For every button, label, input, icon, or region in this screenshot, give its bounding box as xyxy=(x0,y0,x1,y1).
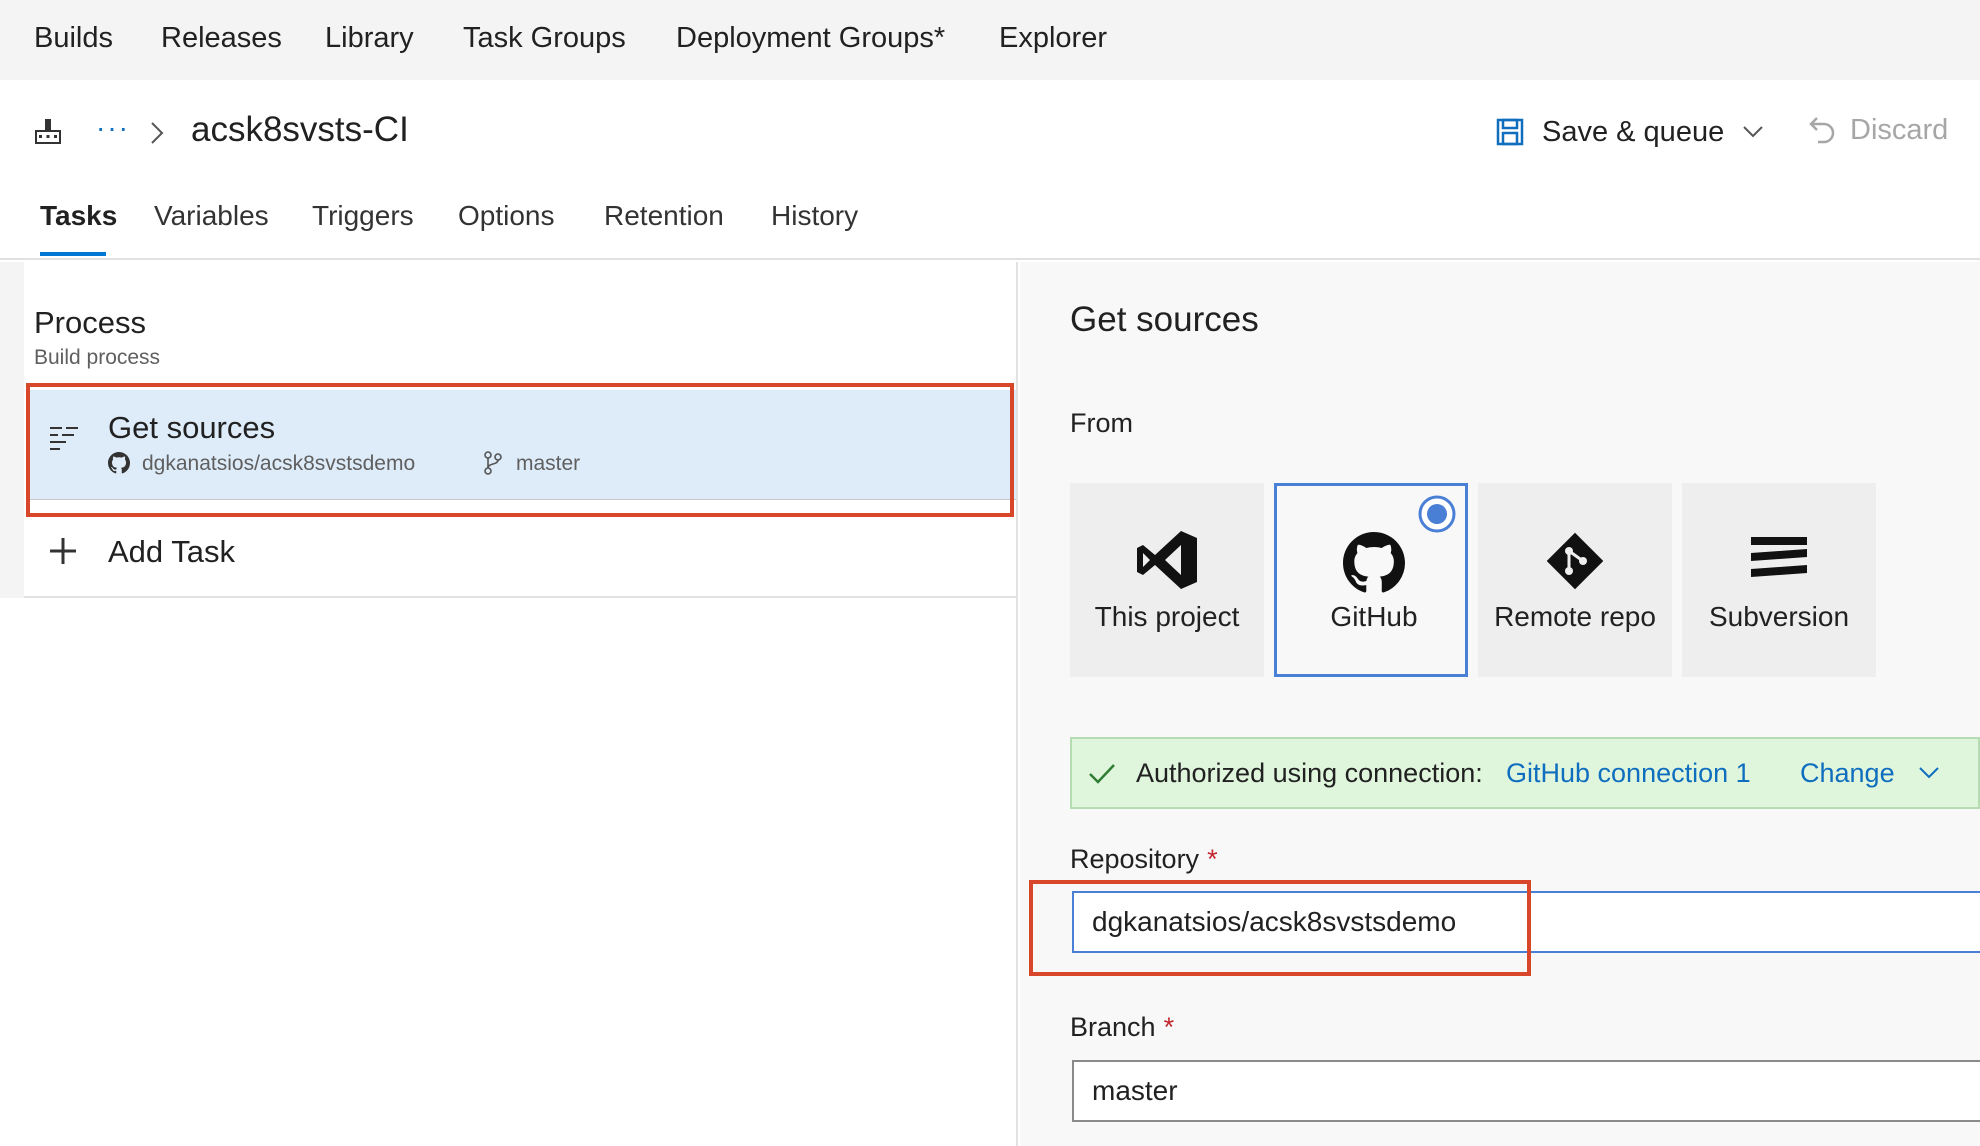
build-pipeline-icon xyxy=(35,119,61,144)
check-icon xyxy=(1089,764,1115,784)
subversion-icon xyxy=(1751,537,1807,577)
pane-gutter xyxy=(0,262,24,598)
chevron-down-icon[interactable] xyxy=(1742,125,1764,139)
git-icon xyxy=(1546,532,1604,590)
repository-input[interactable] xyxy=(1072,891,1980,953)
source-label: Subversion xyxy=(1708,601,1850,632)
selected-radio-icon xyxy=(1418,495,1456,533)
branch-icon xyxy=(484,451,502,475)
source-remote-repo[interactable]: Remote repo xyxy=(1478,483,1672,677)
tab-triggers[interactable]: Triggers xyxy=(312,200,414,232)
save-icon xyxy=(1496,118,1524,146)
save-and-queue-label: Save & queue xyxy=(1542,115,1725,148)
panel-title: Get sources xyxy=(1070,300,1259,339)
tab-options[interactable]: Options xyxy=(458,200,555,232)
branch-input[interactable] xyxy=(1072,1060,1980,1122)
from-label: From xyxy=(1070,408,1133,438)
branch-label: Branch * xyxy=(1070,1012,1175,1042)
nav-builds[interactable]: Builds xyxy=(34,22,113,55)
chevron-down-icon[interactable] xyxy=(1918,766,1940,780)
process-title: Process xyxy=(34,305,146,340)
discard-label: Discard xyxy=(1850,113,1949,146)
connection-link[interactable]: GitHub connection 1 xyxy=(1506,758,1751,789)
source-subversion[interactable]: Subversion xyxy=(1682,483,1876,677)
tab-tasks[interactable]: Tasks xyxy=(40,200,117,232)
breadcrumb-more-button[interactable]: ··· xyxy=(96,112,130,144)
tab-variables[interactable]: Variables xyxy=(154,200,269,232)
visual-studio-icon xyxy=(1137,531,1197,589)
get-sources-icon xyxy=(50,427,78,450)
top-nav: Builds Releases Library Task Groups Depl… xyxy=(0,0,1980,80)
get-sources-branch: master xyxy=(516,452,581,475)
get-sources-repo: dgkanatsios/acsk8svstsdemo xyxy=(142,452,416,475)
add-task-label: Add Task xyxy=(108,534,235,569)
source-label: GitHub xyxy=(1330,601,1418,632)
nav-deployment-groups[interactable]: Deployment Groups* xyxy=(676,22,945,55)
required-marker: * xyxy=(1207,844,1218,874)
undo-icon xyxy=(1809,117,1835,144)
nav-library[interactable]: Library xyxy=(325,22,414,55)
process-subtitle: Build process xyxy=(34,346,161,369)
nav-explorer[interactable]: Explorer xyxy=(999,22,1107,55)
source-github[interactable]: GitHub xyxy=(1274,483,1468,677)
source-label: This project xyxy=(1094,601,1240,632)
required-marker: * xyxy=(1163,1012,1175,1042)
repository-label: Repository * xyxy=(1070,844,1218,874)
tab-retention[interactable]: Retention xyxy=(604,200,724,232)
source-this-project[interactable]: This project xyxy=(1070,483,1264,677)
nav-releases[interactable]: Releases xyxy=(161,22,282,55)
source-label: Remote repo xyxy=(1494,601,1656,632)
active-tab-indicator xyxy=(40,252,106,256)
pipeline-tabs: Tasks Variables Triggers Options Retenti… xyxy=(0,190,1980,260)
get-sources-title: Get sources xyxy=(108,410,276,445)
save-and-queue-button[interactable]: Save & queue xyxy=(1496,112,1764,152)
authorization-text: Authorized using connection: xyxy=(1136,758,1483,788)
chevron-right-icon xyxy=(151,122,164,144)
github-icon xyxy=(1343,532,1405,593)
pipeline-title: acsk8svsts-CI xyxy=(191,110,409,149)
github-icon xyxy=(108,452,130,474)
discard-button[interactable]: Discard xyxy=(1806,110,1948,150)
nav-task-groups[interactable]: Task Groups xyxy=(463,22,626,55)
plus-icon xyxy=(50,538,76,564)
tab-history[interactable]: History xyxy=(771,200,858,232)
change-connection-button[interactable]: Change xyxy=(1800,758,1895,789)
